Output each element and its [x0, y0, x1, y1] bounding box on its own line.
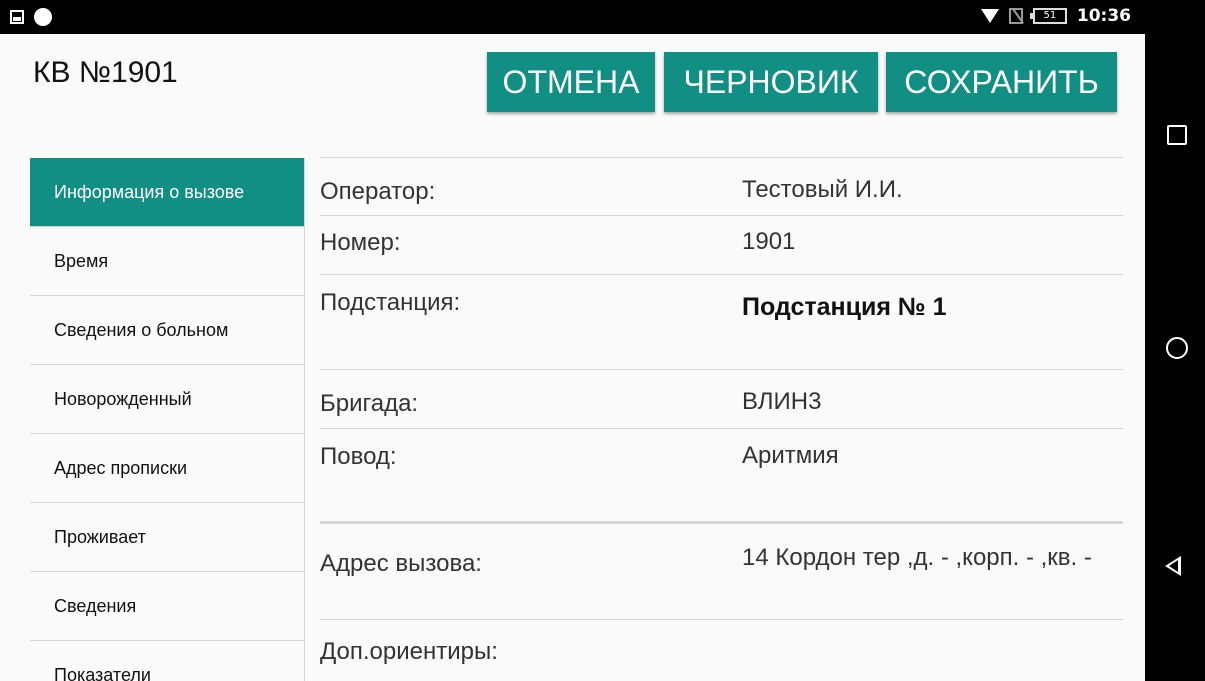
field-row-brigade: Бригада: ВЛИН3 — [320, 369, 1123, 428]
sidebar-item-registration-address[interactable]: Адрес прописки — [30, 434, 304, 503]
status-bar: 51 10:36 — [0, 0, 1145, 34]
gallery-notification-icon — [10, 10, 24, 24]
field-label: Подстанция: — [320, 289, 461, 316]
field-row-landmarks: Доп.ориентиры: — [320, 619, 1123, 681]
sidebar: Информация о вызове Время Сведения о бол… — [30, 158, 305, 681]
field-value[interactable]: ВЛИН3 — [742, 386, 1112, 418]
field-value[interactable]: 14 Кордон тер ,д. - ,корп. - ,кв. - — [742, 542, 1112, 574]
sidebar-item-indicators[interactable]: Показатели — [30, 641, 304, 681]
field-label: Адрес вызова: — [320, 550, 482, 577]
sidebar-item-time[interactable]: Время — [30, 227, 304, 296]
circle-notification-icon — [34, 8, 52, 26]
page-title: КВ №1901 — [33, 56, 178, 89]
wifi-icon — [980, 9, 999, 23]
substation-dropdown[interactable]: Подстанция № 1 — [742, 291, 1112, 323]
triangle-back-icon[interactable] — [1165, 556, 1181, 576]
square-icon[interactable] — [1167, 125, 1187, 145]
field-label: Бригада: — [320, 390, 419, 417]
field-value[interactable]: Тестовый И.И. — [742, 174, 1112, 206]
draft-button[interactable]: ЧЕРНОВИК — [664, 52, 878, 112]
field-value[interactable]: 1901 — [742, 226, 1112, 258]
sidebar-item-details[interactable]: Сведения — [30, 572, 304, 641]
clock: 10:36 — [1076, 6, 1131, 26]
sidebar-item-patient-info[interactable]: Сведения о больном — [30, 296, 304, 365]
field-label: Доп.ориентиры: — [320, 638, 498, 665]
sidebar-item-call-info[interactable]: Информация о вызове — [30, 158, 304, 227]
call-info-form: Оператор: Тестовый И.И. Номер: 1901 Подс… — [320, 157, 1123, 681]
app-window: КВ №1901 ОТМЕНА ЧЕРНОВИК СОХРАНИТЬ Инфор… — [0, 34, 1145, 681]
save-button[interactable]: СОХРАНИТЬ — [886, 52, 1117, 112]
field-label: Повод: — [320, 443, 397, 470]
field-row-call-address: Адрес вызова: 14 Кордон тер ,д. - ,корп.… — [320, 521, 1123, 619]
system-nav-bar — [1145, 0, 1205, 681]
field-row-number: Номер: 1901 — [320, 215, 1123, 274]
cancel-button[interactable]: ОТМЕНА — [487, 52, 655, 112]
battery-icon: 51 — [1029, 8, 1067, 24]
sidebar-item-residence[interactable]: Проживает — [30, 503, 304, 572]
field-value[interactable]: Аритмия — [742, 440, 1112, 472]
field-row-reason: Повод: Аритмия — [320, 428, 1123, 521]
field-label: Оператор: — [320, 178, 436, 205]
field-row-substation: Подстанция: Подстанция № 1 — [320, 274, 1123, 369]
sidebar-item-newborn[interactable]: Новорожденный — [30, 365, 304, 434]
circle-icon[interactable] — [1166, 337, 1188, 359]
no-sim-icon — [1008, 8, 1023, 24]
field-label: Номер: — [320, 229, 401, 256]
field-row-operator: Оператор: Тестовый И.И. — [320, 157, 1123, 215]
